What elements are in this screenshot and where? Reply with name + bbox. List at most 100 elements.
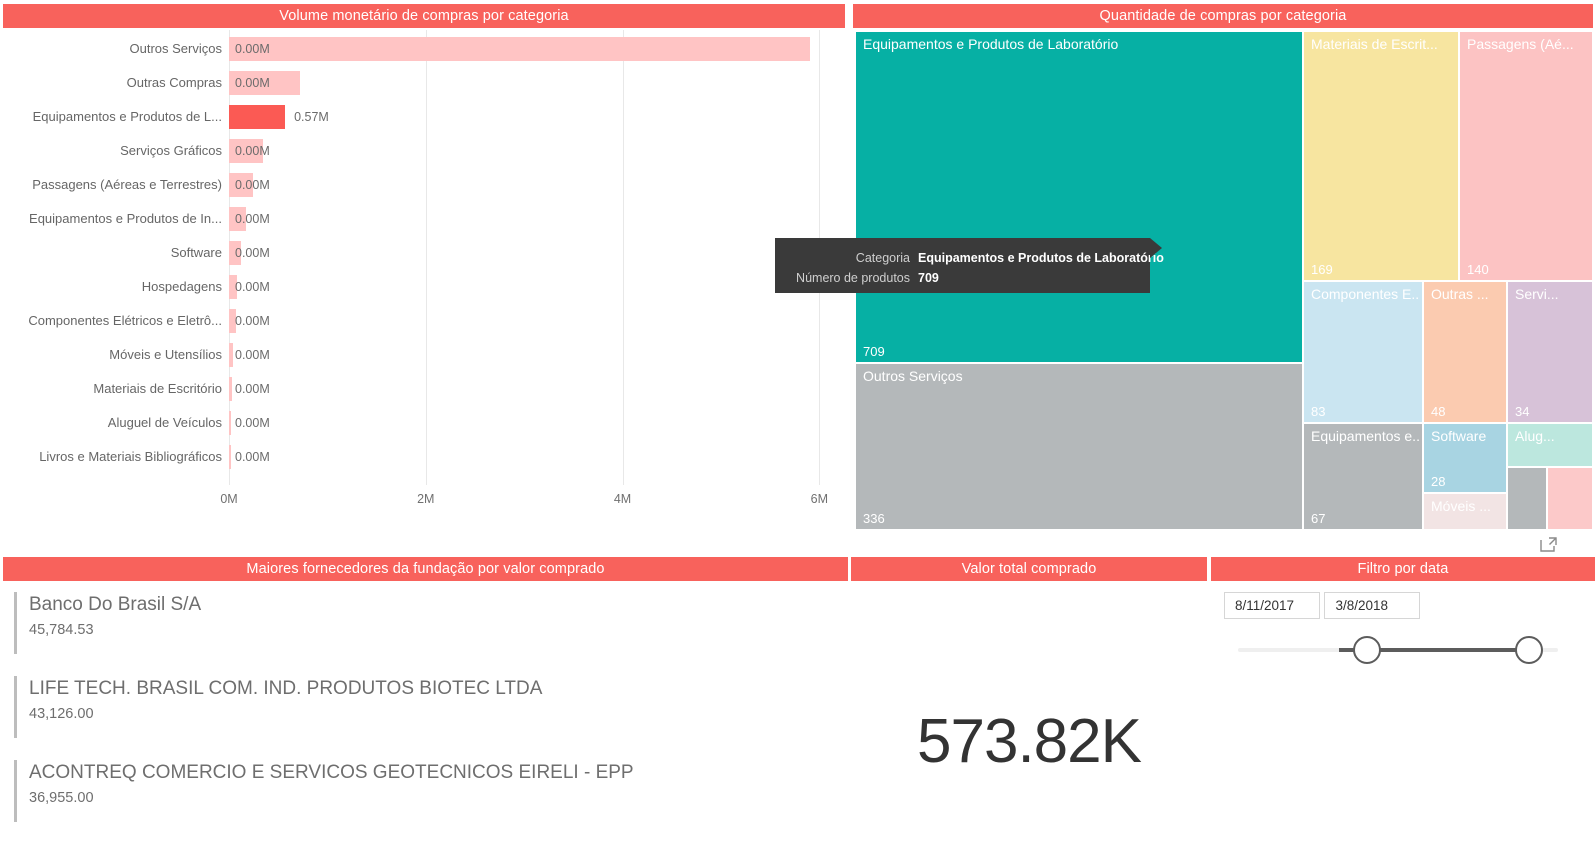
tooltip-key-count: Número de produtos xyxy=(796,271,910,285)
bar-chart-row[interactable]: Outras Compras 0.00M xyxy=(0,66,848,100)
supplier-value: 45,784.53 xyxy=(29,622,94,638)
bar-chart-plot[interactable]: 0M 2M 4M 6M Outros Serviços 0.00M Outras Compr… xyxy=(0,30,848,538)
treemap-tile[interactable]: Equipamentos e... 67 xyxy=(1304,424,1422,529)
end-date-input[interactable]: 3/8/2018 xyxy=(1324,592,1421,619)
bar-track: 0.00M xyxy=(229,270,839,304)
treemap-tooltip: Categoria Equipamentos e Produtos de Lab… xyxy=(775,238,1164,293)
tooltip-key-category: Categoria xyxy=(855,251,910,265)
date-filter-inputs: 8/11/2017 3/8/2018 xyxy=(1224,592,1421,619)
bar-category-label: Equipamentos e Produtos de L... xyxy=(32,109,222,124)
treemap-tile-value: 28 xyxy=(1431,474,1446,489)
treemap-tile[interactable]: Materiais de Escrit... 169 xyxy=(1304,32,1458,280)
treemap-tile-label: Outras ... xyxy=(1431,286,1489,302)
bar-track: 0.00M xyxy=(229,202,839,236)
bar-chart-row[interactable]: Outros Serviços 0.00M xyxy=(0,32,848,66)
treemap-tile[interactable]: Equipamentos e Produtos de Laboratório 70… xyxy=(856,32,1302,362)
bar-data-label: 0.00M xyxy=(235,76,270,90)
bar-category-label: Software xyxy=(170,245,222,260)
total-value-number: 573.82K xyxy=(917,707,1142,776)
treemap-tile-label: Servi... xyxy=(1515,286,1559,302)
x-axis-tick: 6M xyxy=(810,492,828,506)
treemap-tile-label: Passagens (Aé... xyxy=(1467,36,1574,52)
bar-rect[interactable] xyxy=(229,411,231,435)
supplier-name: LIFE TECH. BRASIL COM. IND. PRODUTOS BIO… xyxy=(29,678,543,699)
treemap-tile-label: Outros Serviços xyxy=(863,368,963,384)
bar-category-label: Livros e Materiais Bibliográficos xyxy=(39,449,222,464)
date-filter-title: Filtro por data xyxy=(1211,557,1595,581)
bar-chart-row[interactable]: Serviços Gráficos 0.00M xyxy=(0,134,848,168)
treemap-tile[interactable]: Componentes E... 83 xyxy=(1304,282,1422,422)
total-value-title: Valor total comprado xyxy=(851,557,1207,581)
bar-category-label: Equipamentos e Produtos de In... xyxy=(29,211,222,226)
bar-chart-row[interactable]: Móveis e Utensílios 0.00M xyxy=(0,338,848,372)
supplier-name: Banco Do Brasil S/A xyxy=(29,594,202,615)
x-axis-tick: 4M xyxy=(613,492,632,506)
treemap-tile[interactable]: Outras ... 48 xyxy=(1424,282,1506,422)
treemap-tile[interactable]: Outros Serviços 336 xyxy=(856,364,1302,529)
treemap-tile-value: 83 xyxy=(1311,404,1326,419)
date-slider-handle-end[interactable] xyxy=(1515,636,1543,664)
bar-category-label: Aluguel de Veículos xyxy=(107,415,222,430)
bar-chart-row[interactable]: Hospedagens 0.00M xyxy=(0,270,848,304)
total-value-card: Valor total comprado 573.82K xyxy=(850,556,1208,847)
treemap-tile[interactable] xyxy=(1548,468,1592,529)
date-filter-panel: Filtro por data 8/11/2017 3/8/2018 xyxy=(1210,556,1595,847)
list-item[interactable]: LIFE TECH. BRASIL COM. IND. PRODUTOS BIO… xyxy=(14,676,542,738)
bar-chart-row[interactable]: Equipamentos e Produtos de L... 0.57M xyxy=(0,100,848,134)
supplier-value: 43,126.00 xyxy=(29,706,94,722)
bar-track: 0.00M xyxy=(229,236,839,270)
bar-data-label: 0.00M xyxy=(235,212,270,226)
treemap-tile[interactable]: Servi... 34 xyxy=(1508,282,1592,422)
bar-track: 0.00M xyxy=(229,134,839,168)
bar-chart-row[interactable]: Passagens (Aéreas e Terrestres) 0.00M xyxy=(0,168,848,202)
list-item[interactable]: Banco Do Brasil S/A 45,784.53 xyxy=(14,592,201,654)
bar-chart-row[interactable]: Software 0.00M xyxy=(0,236,848,270)
treemap-tile-value: 140 xyxy=(1467,262,1489,277)
focus-mode-icon[interactable] xyxy=(1540,537,1558,553)
bar-chart-row[interactable]: Equipamentos e Produtos de In... 0.00M xyxy=(0,202,848,236)
bar-data-label: 0.00M xyxy=(235,382,270,396)
bar-category-label: Outras Compras xyxy=(126,75,222,90)
bar-rect[interactable] xyxy=(229,343,233,367)
treemap-tile-label: Móveis ... xyxy=(1431,498,1491,514)
bar-rect[interactable] xyxy=(229,105,286,129)
treemap-tile-value: 336 xyxy=(863,511,885,526)
bar-data-label: 0.00M xyxy=(235,450,270,464)
tooltip-pointer-icon xyxy=(1150,238,1162,258)
treemap-tile-value: 709 xyxy=(863,344,885,359)
bar-rect[interactable] xyxy=(229,37,811,61)
suppliers-panel: Maiores fornecedores da fundação por val… xyxy=(0,556,848,847)
tooltip-value-count: 709 xyxy=(918,271,939,285)
date-slider-handle-start[interactable] xyxy=(1353,636,1381,664)
bar-rect[interactable] xyxy=(229,445,231,469)
bar-data-label: 0.00M xyxy=(235,280,270,294)
treemap-tile[interactable]: Software 28 xyxy=(1424,424,1506,492)
treemap-title: Quantidade de compras por categoria xyxy=(853,4,1593,28)
bar-track: 0.00M xyxy=(229,66,839,100)
bar-data-label: 0.00M xyxy=(235,314,270,328)
treemap-tile[interactable]: Alug... xyxy=(1508,424,1592,466)
suppliers-list[interactable]: Banco Do Brasil S/A 45,784.53 LIFE TECH. B… xyxy=(0,584,848,847)
list-item[interactable]: ACONTREQ COMERCIO E SERVICOS GEOTECNICOS… xyxy=(14,760,634,822)
bar-category-label: Hospedagens xyxy=(141,279,222,294)
x-axis-tick: 2M xyxy=(417,492,435,506)
treemap-tile[interactable]: Móveis ... xyxy=(1424,494,1506,529)
bar-chart-row[interactable]: Livros e Materiais Bibliográficos 0.00M xyxy=(0,440,848,474)
treemap-tile-value: 67 xyxy=(1311,511,1326,526)
bar-category-label: Materiais de Escritório xyxy=(93,381,222,396)
supplier-value: 36,955.00 xyxy=(29,790,94,806)
start-date-input[interactable]: 8/11/2017 xyxy=(1224,592,1320,619)
suppliers-title: Maiores fornecedores da fundação por val… xyxy=(3,557,848,581)
x-axis-tick: 0M xyxy=(220,492,238,506)
treemap-tile-label: Equipamentos e... xyxy=(1311,428,1419,444)
bar-data-label: 0.57M xyxy=(294,110,329,124)
treemap-tile-value: 48 xyxy=(1431,404,1446,419)
treemap-tile[interactable] xyxy=(1508,468,1546,529)
bar-data-label: 0.00M xyxy=(235,144,270,158)
bar-rect[interactable] xyxy=(229,377,233,401)
bar-chart-row[interactable]: Materiais de Escritório 0.00M xyxy=(0,372,848,406)
bar-chart-row[interactable]: Aluguel de Veículos 0.00M xyxy=(0,406,848,440)
bar-chart-row[interactable]: Componentes Elétricos e Eletrô... 0.00M xyxy=(0,304,848,338)
bar-track: 0.00M xyxy=(229,32,839,66)
treemap-tile[interactable]: Passagens (Aé... 140 xyxy=(1460,32,1592,280)
